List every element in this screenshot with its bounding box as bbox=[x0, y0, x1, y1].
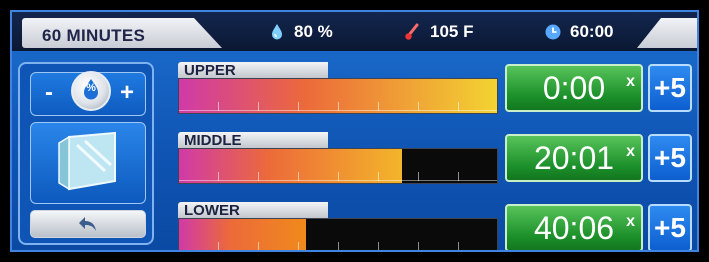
add-five-button[interactable]: +5 bbox=[648, 64, 692, 112]
progress-ticks bbox=[179, 102, 497, 111]
humidity-value: 80 % bbox=[294, 22, 333, 41]
back-arrow-icon bbox=[77, 214, 99, 239]
water-drop-icon bbox=[268, 23, 286, 41]
clear-timer-icon[interactable]: x bbox=[626, 60, 635, 104]
progress-ticks bbox=[179, 172, 497, 181]
back-button[interactable] bbox=[30, 210, 146, 238]
humidity-minus-button[interactable]: - bbox=[37, 81, 61, 105]
humidity-knob-glyph: % bbox=[86, 82, 96, 94]
shelf-row-lower: LOWER 40:06 x +5 bbox=[178, 202, 697, 250]
clock-icon bbox=[544, 23, 562, 41]
shelf-progress-bar bbox=[178, 218, 498, 250]
shelf-progress-bar bbox=[178, 78, 498, 114]
cabinet-icon bbox=[55, 131, 121, 200]
shelf-row-upper: UPPER 0:00 x +5 bbox=[178, 62, 697, 116]
chamber-button[interactable] bbox=[30, 122, 146, 204]
shelf-timer-button[interactable]: 40:06 x bbox=[505, 204, 643, 250]
clear-timer-icon[interactable]: x bbox=[626, 200, 635, 244]
add-five-button[interactable]: +5 bbox=[648, 134, 692, 182]
humidity-status: 80 % bbox=[268, 22, 333, 42]
timer-value: 40:06 bbox=[533, 210, 615, 246]
humidity-adjuster: - % + bbox=[30, 71, 146, 116]
control-panel: - % + bbox=[18, 62, 154, 245]
shelf-name: LOWER bbox=[184, 202, 240, 219]
clear-timer-icon[interactable]: x bbox=[626, 130, 635, 174]
touch-screen: 60 MINUTES 80 % 105 F 60:00 - % + UPPER … bbox=[10, 10, 699, 252]
time-value: 60:00 bbox=[570, 22, 614, 41]
humidity-plus-button[interactable]: + bbox=[115, 81, 139, 105]
progress-ticks bbox=[179, 242, 497, 250]
timer-value: 0:00 bbox=[542, 70, 606, 106]
thermometer-icon bbox=[404, 23, 422, 41]
temperature-value: 105 F bbox=[430, 22, 474, 41]
humidity-knob-icon[interactable]: % bbox=[71, 71, 111, 111]
duration-label: 60 MINUTES bbox=[42, 26, 146, 45]
add-five-button[interactable]: +5 bbox=[648, 204, 692, 250]
shelf-timer-button[interactable]: 0:00 x bbox=[505, 64, 643, 112]
time-status: 60:00 bbox=[544, 22, 613, 42]
shelf-name: UPPER bbox=[184, 62, 236, 79]
corner-tab bbox=[637, 18, 697, 48]
device-frame: 60 MINUTES 80 % 105 F 60:00 - % + UPPER … bbox=[0, 0, 709, 262]
shelf-name: MIDDLE bbox=[184, 132, 242, 149]
shelf-progress-bar bbox=[178, 148, 498, 184]
shelf-row-middle: MIDDLE 20:01 x +5 bbox=[178, 132, 697, 186]
temperature-status: 105 F bbox=[404, 22, 473, 42]
status-bar: 60 MINUTES 80 % 105 F 60:00 bbox=[12, 12, 697, 51]
timer-value: 20:01 bbox=[533, 140, 615, 176]
shelf-timer-button[interactable]: 20:01 x bbox=[505, 134, 643, 182]
